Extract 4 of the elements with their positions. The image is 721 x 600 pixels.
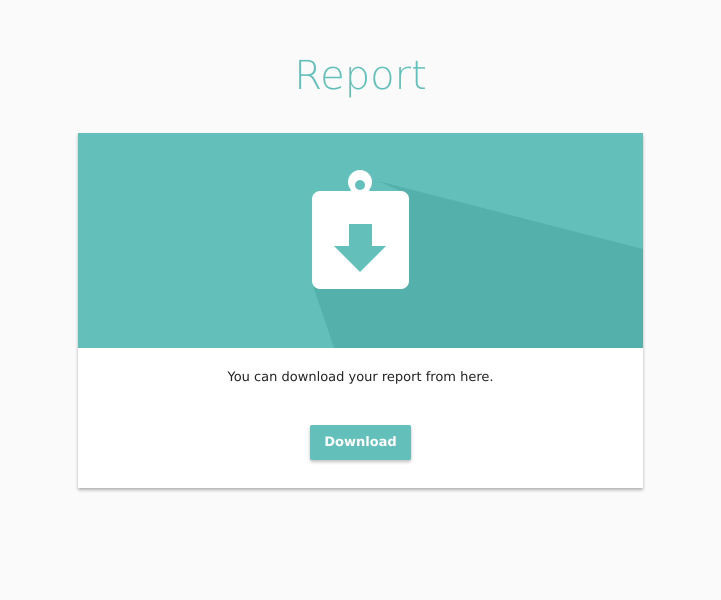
clipboard-download-icon — [312, 170, 409, 289]
page-title: Report — [293, 52, 428, 101]
message-text: You can download your report from here. — [226, 369, 495, 387]
download-button[interactable]: Download — [310, 424, 411, 460]
